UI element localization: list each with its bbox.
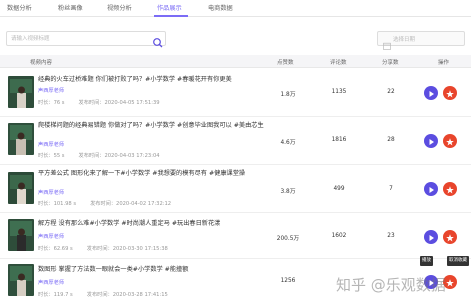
comment-count: 499 <box>333 186 345 192</box>
publish-time: 发布时间：2020-03-30 17:15:38 <box>86 246 168 252</box>
video-title[interactable]: 数图形 掌握了方法数一眼就会一类#小学数学 #能撞额 <box>38 265 268 275</box>
share-count: 22 <box>387 89 395 95</box>
video-meta: 时长：76 s 发布时间：2020-04-05 17:51:39 <box>38 99 174 106</box>
duration: 时长：101.98 s <box>38 201 77 207</box>
tab-fan-profile[interactable]: 粉丝画像 <box>58 3 83 12</box>
search-icon[interactable] <box>152 33 164 48</box>
video-thumbnail[interactable] <box>8 264 34 296</box>
date-picker[interactable]: 选择日期 <box>377 31 465 50</box>
comment-count: 1602 <box>331 233 347 239</box>
duration: 时长：119.7 s <box>38 292 73 298</box>
comment-count: 1816 <box>331 137 347 143</box>
table-row: 解方程 没有那么难#小学数学 #时尚潮人重定马 #玩出春日新花漾 声西厚老师 时… <box>0 213 471 259</box>
duration: 时长：62.69 s <box>38 246 73 252</box>
play-tooltip: 播放 <box>420 256 433 266</box>
video-title[interactable]: 平方差公式 图形化来了解一下#小学数学 #我想要的模有尽有 #健康课堂操 <box>38 169 268 179</box>
video-title[interactable]: 解方程 没有那么难#小学数学 #时尚潮人重定马 #玩出春日新花漾 <box>38 219 268 229</box>
star-icon <box>446 138 454 146</box>
play-icon <box>429 139 434 145</box>
share-count: 23 <box>387 233 395 239</box>
publish-time: 发布时间：2020-04-05 17:51:39 <box>78 100 160 106</box>
video-meta: 时长：55 s 发布时间：2020-04-03 17:23:04 <box>38 152 174 159</box>
table-row: 爬楼梯问题的经典易错题 你做对了吗？#小学数学 #创意毕业图我可以 #美由芯生 … <box>0 117 471 165</box>
tab-video-analysis[interactable]: 视频分析 <box>107 3 132 12</box>
like-count: 3.8万 <box>280 189 296 195</box>
publish-time: 发布时间：2020-04-03 17:23:04 <box>78 153 160 159</box>
star-icon <box>446 234 454 242</box>
tab-data-analysis[interactable]: 数据分析 <box>7 3 32 12</box>
header-shares[interactable]: 分享数 <box>382 58 399 66</box>
like-count: 1256 <box>280 278 296 284</box>
header-actions: 操作 <box>438 60 450 66</box>
video-title[interactable]: 经典的火车过桥难题 你们被打败了吗？#小学数学 #春暖花开有你更美 <box>38 75 268 85</box>
star-icon <box>446 90 454 98</box>
search-box <box>6 31 166 48</box>
play-button[interactable] <box>424 86 438 100</box>
favorite-tooltip: 取消收藏 <box>447 256 469 266</box>
publish-time: 发布时间：2020-03-28 17:41:15 <box>86 292 168 298</box>
tab-bar: 数据分析 粉丝画像 视频分析 作品展示 电商数据 <box>0 0 471 17</box>
date-placeholder: 选择日期 <box>393 37 416 43</box>
like-count: 200.5万 <box>276 236 300 242</box>
active-tab-indicator <box>154 15 188 17</box>
author-name[interactable]: 声西厚老师 <box>38 233 64 240</box>
favorite-button[interactable] <box>443 86 457 100</box>
share-count: 7 <box>389 186 393 192</box>
share-count: 28 <box>387 137 395 143</box>
like-count: 4.6万 <box>280 140 296 146</box>
tab-works-display[interactable]: 作品展示 <box>157 3 182 12</box>
video-title[interactable]: 爬楼梯问题的经典易错题 你做对了吗？#小学数学 #创意毕业图我可以 #美由芯生 <box>38 121 268 131</box>
play-icon <box>429 235 434 241</box>
publish-time: 发布时间：2020-04-02 17:32:12 <box>90 201 172 207</box>
table-row: 经典的火车过桥难题 你们被打败了吗？#小学数学 #春暖花开有你更美 声西厚老师 … <box>0 69 471 117</box>
calendar-icon <box>383 35 391 50</box>
table-header: 视频内容 点赞数 评论数 分享数 操作 <box>0 55 471 68</box>
author-name[interactable]: 声西厚老师 <box>38 141 64 148</box>
duration: 时长：76 s <box>38 100 65 106</box>
video-meta: 时长：62.69 s 发布时间：2020-03-30 17:15:38 <box>38 245 182 252</box>
header-content: 视频内容 <box>30 60 53 66</box>
play-icon <box>429 91 434 97</box>
play-button[interactable] <box>424 134 438 148</box>
header-likes[interactable]: 点赞数 <box>277 58 294 66</box>
header-comments[interactable]: 评论数 <box>330 58 347 66</box>
favorite-button[interactable] <box>443 182 457 196</box>
favorite-button[interactable] <box>443 230 457 244</box>
like-count: 1.8万 <box>280 92 296 98</box>
play-icon <box>429 187 434 193</box>
table-row: 平方差公式 图形化来了解一下#小学数学 #我想要的模有尽有 #健康课堂操 声西厚… <box>0 165 471 213</box>
comment-count: 1135 <box>331 89 347 95</box>
video-thumbnail[interactable] <box>8 76 34 108</box>
watermark: 知乎 @乐观数据 <box>336 276 446 294</box>
star-icon <box>446 186 454 194</box>
tab-ecommerce-data[interactable]: 电商数据 <box>208 3 233 12</box>
play-button[interactable] <box>424 182 438 196</box>
video-meta: 时长：119.7 s 发布时间：2020-03-28 17:41:15 <box>38 291 182 298</box>
search-input[interactable] <box>7 32 147 45</box>
video-thumbnail[interactable] <box>8 219 34 251</box>
video-meta: 时长：101.98 s 发布时间：2020-04-02 17:32:12 <box>38 200 185 207</box>
author-name[interactable]: 声西厚老师 <box>38 279 64 286</box>
video-thumbnail[interactable] <box>8 123 34 155</box>
video-thumbnail[interactable] <box>8 172 34 204</box>
duration: 时长：55 s <box>38 153 65 159</box>
play-button[interactable] <box>424 230 438 244</box>
favorite-button[interactable] <box>443 134 457 148</box>
author-name[interactable]: 声西厚老师 <box>38 189 64 196</box>
author-name[interactable]: 声西厚老师 <box>38 87 64 94</box>
